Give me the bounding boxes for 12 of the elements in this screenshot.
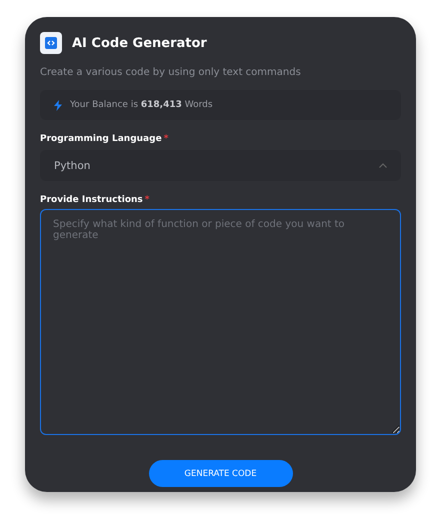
app-title: AI Code Generator (72, 36, 207, 50)
code-icon (40, 32, 62, 54)
required-mark: * (144, 195, 150, 205)
generate-button[interactable]: GENERATE CODE (148, 460, 292, 487)
field-label: Programming Language (40, 134, 162, 144)
field-label: Provide Instructions (40, 195, 143, 205)
instructions-field[interactable]: Specify what kind of function or piece of code you want to generate (40, 209, 401, 435)
language-select[interactable]: Python (40, 150, 401, 181)
balance-text: Your Balance is 618,413 Words (70, 100, 213, 110)
subtitle: Create a various code by using only text commands (40, 67, 302, 78)
required-mark: * (164, 134, 168, 144)
lightning-icon (54, 100, 62, 110)
